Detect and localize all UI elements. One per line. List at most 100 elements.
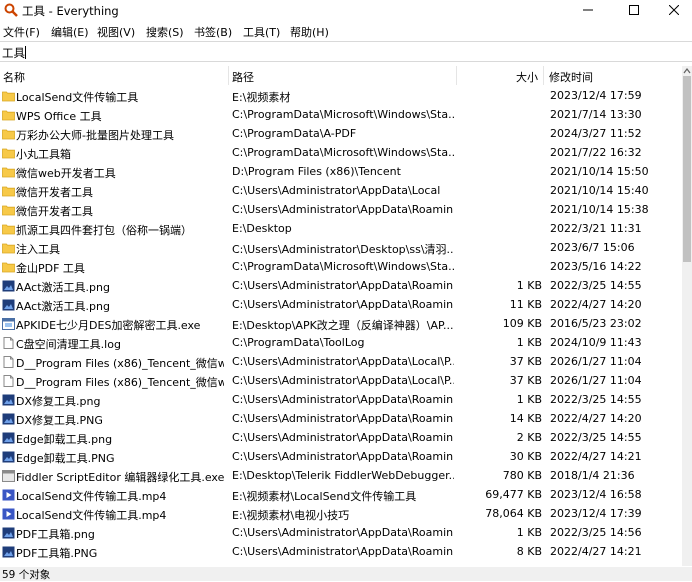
vertical-scrollbar[interactable] xyxy=(682,66,692,566)
file-name: D__Program Files (x86)_Tencent_微信w... xyxy=(16,376,224,389)
file-path: C:\ProgramData\Microsoft\Windows\Sta... xyxy=(232,260,454,273)
table-row[interactable]: Edge卸载工具.png C:\Users\Administrator\AppDa… xyxy=(0,429,682,448)
file-name: LocalSend文件传输工具.mp4 xyxy=(16,509,167,522)
menu-file[interactable]: 文件(F) xyxy=(3,24,40,40)
menu-bookmarks[interactable]: 书签(B) xyxy=(194,24,232,40)
table-row[interactable]: Edge卸载工具.PNG C:\Users\Administrator\AppDa… xyxy=(0,448,682,467)
table-row[interactable]: DX修复工具.PNG C:\Users\Administrator\AppData… xyxy=(0,410,682,429)
scroll-up-arrow-icon[interactable] xyxy=(682,66,692,76)
column-date-header[interactable]: 修改时间 xyxy=(549,69,593,85)
file-path: C:\Users\Administrator\AppData\Roamin... xyxy=(232,526,454,539)
folder-icon xyxy=(2,262,15,273)
table-row[interactable]: 微信开发者工具 C:\Users\Administrator\AppData\Lo… xyxy=(0,182,682,201)
folder-icon xyxy=(2,224,15,235)
close-icon xyxy=(669,5,679,15)
image-file-icon xyxy=(2,432,15,444)
file-name: D__Program Files (x86)_Tencent_微信w... xyxy=(16,357,224,370)
table-row[interactable]: AAct激活工具.png C:\Users\Administrator\AppDa… xyxy=(0,296,682,315)
modified-date: 2022/4/27 14:20 xyxy=(550,298,642,311)
file-size: 30 KB xyxy=(509,450,542,463)
image-file-icon xyxy=(2,546,15,558)
file-path: C:\Users\Administrator\AppData\Roamin... xyxy=(232,545,454,558)
table-row[interactable]: LocalSend文件传输工具 E:\视频素材 2023/12/4 17:59 xyxy=(0,87,682,106)
column-path-header[interactable]: 路径 xyxy=(232,69,254,85)
folder-icon xyxy=(2,129,15,140)
table-row[interactable]: 微信开发者工具 C:\Users\Administrator\AppData\Ro… xyxy=(0,201,682,220)
modified-date: 2022/4/27 14:20 xyxy=(550,412,642,425)
table-row[interactable]: 注入工具 C:\Users\Administrator\Desktop\ss\清羽… xyxy=(0,239,682,258)
image-file-icon xyxy=(2,413,15,425)
file-path: E:\视频素材\电视小技巧 xyxy=(232,509,350,522)
file-name: DX修复工具.PNG xyxy=(16,414,103,427)
table-row[interactable]: 万彩办公大师-批量图片处理工具 C:\ProgramData\A-PDF 2024/… xyxy=(0,125,682,144)
table-row[interactable]: D__Program Files (x86)_Tencent_微信w... C:\… xyxy=(0,372,682,391)
table-row[interactable]: LocalSend文件传输工具.mp4 E:\视频素材\LocalSend文件传输… xyxy=(0,486,682,505)
results-list[interactable]: LocalSend文件传输工具 E:\视频素材 2023/12/4 17:59 WPS… xyxy=(0,87,682,567)
table-row[interactable]: D__Program Files (x86)_Tencent_微信w... C:\… xyxy=(0,353,682,372)
status-bar: 59 个对象 xyxy=(0,567,692,581)
image-file-icon xyxy=(2,280,15,292)
table-row[interactable]: C盘空间清理工具.log C:\ProgramData\ToolLog 1 KB 20… xyxy=(0,334,682,353)
file-size: 1 KB xyxy=(516,336,542,349)
file-path: E:\Desktop\APK改之理（反编译神器）\AP... xyxy=(232,319,454,332)
column-divider[interactable] xyxy=(228,66,229,85)
folder-icon xyxy=(2,186,15,197)
file-name: 微信web开发者工具 xyxy=(16,167,116,180)
folder-icon xyxy=(2,91,15,102)
column-size-header[interactable]: 大小 xyxy=(516,69,538,85)
modified-date: 2023/5/16 14:22 xyxy=(550,260,642,273)
table-row[interactable]: 微信web开发者工具 D:\Program Files (x86)\Tencent… xyxy=(0,163,682,182)
menu-search[interactable]: 搜索(S) xyxy=(146,24,184,40)
minimize-button[interactable] xyxy=(572,0,604,20)
table-row[interactable]: 金山PDF 工具 C:\ProgramData\Microsoft\Windows… xyxy=(0,258,682,277)
document-icon xyxy=(3,375,14,387)
menu-tools[interactable]: 工具(T) xyxy=(243,24,280,40)
file-name: LocalSend文件传输工具 xyxy=(16,91,139,104)
menu-edit[interactable]: 编辑(E) xyxy=(51,24,89,40)
modified-date: 2023/12/4 17:39 xyxy=(550,507,642,520)
file-path: C:\Users\Administrator\AppData\Roamin... xyxy=(232,279,454,292)
table-row[interactable]: 小丸工具箱 C:\ProgramData\Microsoft\Windows\St… xyxy=(0,144,682,163)
table-row[interactable]: 抓源工具四件套打包（俗称一锅端） E:\Desktop 2022/3/21 11:3… xyxy=(0,220,682,239)
menu-help[interactable]: 帮助(H) xyxy=(290,24,329,40)
file-name: Edge卸载工具.PNG xyxy=(16,452,115,465)
table-row[interactable]: LocalSend文件传输工具.mp4 E:\视频素材\电视小技巧 78,064 K… xyxy=(0,505,682,524)
column-name-header[interactable]: 名称 xyxy=(3,69,25,85)
table-row[interactable]: Fiddler ScriptEditor 编辑器绿化工具.exe E:\Deskt… xyxy=(0,467,682,486)
file-size: 1 KB xyxy=(516,393,542,406)
column-header: 名称 路径 大小 修改时间 xyxy=(0,66,682,85)
menu-view[interactable]: 视图(V) xyxy=(97,24,135,40)
table-row[interactable]: AAct激活工具.png C:\Users\Administrator\AppDa… xyxy=(0,277,682,296)
file-path: E:\视频素材 xyxy=(232,91,291,104)
file-name: Edge卸载工具.png xyxy=(16,433,113,446)
table-row[interactable]: PDF工具箱.PNG C:\Users\Administrator\AppData… xyxy=(0,543,682,562)
table-row[interactable]: APKIDE七少月DES加密解密工具.exe E:\Desktop\APK改之理（… xyxy=(0,315,682,334)
file-path: C:\Users\Administrator\AppData\Roamin... xyxy=(232,298,454,311)
modified-date: 2021/7/14 13:30 xyxy=(550,108,642,121)
maximize-button[interactable] xyxy=(618,0,650,20)
file-name: 微信开发者工具 xyxy=(16,205,93,218)
table-row[interactable]: PDF工具箱.png C:\Users\Administrator\AppData… xyxy=(0,524,682,543)
file-size: 14 KB xyxy=(509,412,542,425)
file-path: C:\Users\Administrator\AppData\Roamin... xyxy=(232,412,454,425)
table-row[interactable]: DX修复工具.png C:\Users\Administrator\AppData… xyxy=(0,391,682,410)
modified-date: 2021/10/14 15:40 xyxy=(550,184,649,197)
modified-date: 2023/12/4 16:58 xyxy=(550,488,642,501)
file-name: 微信开发者工具 xyxy=(16,186,93,199)
file-size: 37 KB xyxy=(509,374,542,387)
table-row[interactable]: WPS Office 工具 C:\ProgramData\Microsoft\Wi… xyxy=(0,106,682,125)
file-path: C:\ProgramData\Microsoft\Windows\Sta... xyxy=(232,108,454,121)
file-size: 78,064 KB xyxy=(485,507,542,520)
file-path: C:\Users\Administrator\AppData\Roamin... xyxy=(232,431,454,444)
scrollbar-thumb[interactable] xyxy=(683,76,691,262)
file-path: E:\Desktop\Telerik FiddlerWebDebugger... xyxy=(232,469,454,482)
modified-date: 2022/3/25 14:56 xyxy=(550,526,642,539)
file-size: 37 KB xyxy=(509,355,542,368)
search-value: 工具 xyxy=(2,46,25,60)
modified-date: 2023/6/7 15:06 xyxy=(550,241,635,254)
column-divider[interactable] xyxy=(456,66,457,85)
column-divider[interactable] xyxy=(543,66,544,85)
close-button[interactable] xyxy=(658,0,690,20)
search-input[interactable]: 工具 xyxy=(0,41,692,62)
text-caret xyxy=(25,46,26,59)
